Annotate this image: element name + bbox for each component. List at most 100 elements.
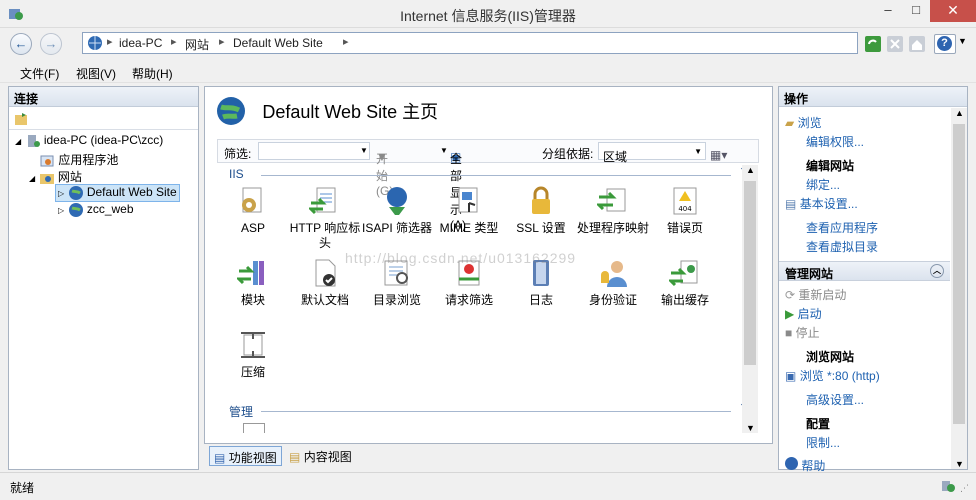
tree-item-app-pools[interactable]: 应用程序池: [39, 151, 118, 169]
group-management-header[interactable]: 管理 ⌃: [229, 402, 755, 419]
feature-ssl-settings[interactable]: SSL 设置: [505, 185, 577, 236]
title-bar: Internet 信息服务(IIS)管理器 – □ ✕: [0, 0, 976, 28]
action-view-virtual-dirs[interactable]: 查看虚拟目录: [806, 238, 878, 255]
feature-default-document[interactable]: 默认文档: [289, 257, 361, 308]
stop-icon[interactable]: [886, 35, 904, 53]
action-view-applications[interactable]: 查看应用程序: [806, 219, 878, 236]
browser-window-icon: ▣: [785, 369, 797, 383]
address-toolbar: ← → ▸ idea-PC ▸ 网站 ▸ Default Web Site ▸ …: [0, 28, 976, 60]
tree-item-server[interactable]: ◢ idea-PC (idea-PC\zcc): [15, 133, 163, 149]
website-globe-icon: [217, 97, 245, 125]
action-edit-permissions[interactable]: 编辑权限...: [806, 133, 864, 150]
tree-item-label: Default Web Site: [86, 185, 177, 200]
actions-scrollbar[interactable]: ▲ ▼: [951, 108, 967, 469]
resize-grip-icon[interactable]: ⋰: [960, 483, 969, 494]
action-restart[interactable]: ⟳ 重新启动: [785, 286, 846, 303]
chevron-down-icon: ▼: [958, 36, 967, 46]
help-button[interactable]: ?: [934, 34, 956, 54]
feature-label: 处理程序映射: [577, 221, 650, 235]
tab-label: 功能视图: [228, 451, 277, 465]
feature-label: 错误页: [666, 221, 703, 235]
feature-mime-types[interactable]: MIME 类型: [433, 185, 505, 236]
chevron-down-icon: ▼: [694, 147, 702, 156]
action-heading-browse-site: 浏览网站: [806, 350, 855, 364]
group-by-value: 区域: [603, 150, 628, 164]
forward-button[interactable]: →: [40, 33, 62, 55]
scroll-down-icon: ▼: [955, 459, 964, 469]
feature-label: HTTP 响应标头: [289, 221, 361, 250]
tab-content-view[interactable]: ▤ 内容视图: [285, 446, 356, 466]
breadcrumb-separator: ▸: [343, 36, 349, 48]
add-connection-icon[interactable]: [13, 111, 29, 127]
action-browse-80[interactable]: ▣ 浏览 *:80 (http): [785, 367, 880, 384]
tree-item-default-web-site[interactable]: ▷ Default Web Site: [55, 184, 180, 202]
menu-view[interactable]: 视图(V): [76, 65, 116, 82]
scroll-up-icon: ▲: [746, 165, 755, 175]
http-headers-icon: [309, 187, 336, 215]
feature-asp[interactable]: ASP: [217, 185, 289, 236]
action-advanced-settings[interactable]: 高级设置...: [806, 391, 864, 408]
feature-directory-browsing[interactable]: 目录浏览: [361, 257, 433, 308]
action-label: 基本设置...: [799, 197, 858, 211]
server-icon: [27, 135, 40, 147]
directory-browsing-icon: [384, 260, 408, 286]
restart-icon: ⟳: [785, 288, 796, 302]
home-icon[interactable]: [908, 35, 926, 53]
feature-request-filtering[interactable]: 请求筛选: [433, 257, 505, 308]
group-divider: [261, 411, 731, 412]
connections-pane: 连接 ◢ idea-PC (idea-PC\zcc) 应用程序池 ◢ 网站 ▷ …: [8, 86, 199, 470]
menu-file[interactable]: 文件(F): [20, 65, 59, 82]
action-bindings[interactable]: 绑定...: [806, 176, 840, 193]
breadcrumb-sites[interactable]: 网站: [185, 36, 209, 53]
feature-isapi-filters[interactable]: ISAPI 筛选器: [361, 185, 433, 236]
breadcrumb-idea-pc[interactable]: idea-PC: [119, 36, 162, 50]
group-by-select[interactable]: 区域 ▼: [598, 142, 706, 164]
close-button[interactable]: ✕: [930, 0, 976, 22]
menu-help[interactable]: 帮助(H): [132, 65, 173, 82]
scroll-thumb[interactable]: [953, 124, 965, 424]
breadcrumb-separator: ▸: [219, 36, 225, 48]
manage-site-header[interactable]: 管理网站 ︿: [779, 261, 950, 281]
refresh-icon[interactable]: [864, 35, 882, 53]
asp-icon: [242, 187, 262, 213]
scroll-thumb[interactable]: [744, 181, 756, 365]
feature-label: 输出缓存: [660, 293, 709, 307]
expand-arrow-icon: ◢: [29, 174, 36, 183]
expand-arrow-icon: ▷: [58, 189, 65, 199]
feature-label: 模块: [240, 293, 265, 307]
website-globe-icon: [68, 203, 83, 217]
feature-label: ISAPI 筛选器: [361, 221, 432, 235]
feature-logging[interactable]: 日志: [505, 257, 577, 308]
stop-square-icon: ■: [785, 326, 793, 340]
breadcrumb-default-web-site[interactable]: Default Web Site: [233, 36, 323, 50]
back-button[interactable]: ←: [10, 33, 32, 55]
handler-mapping-icon: [597, 188, 626, 212]
action-start[interactable]: ▶ 启动: [785, 305, 822, 322]
action-browse[interactable]: ▰ 浏览: [785, 114, 822, 131]
feature-authentication[interactable]: 身份验证: [577, 257, 649, 308]
minimize-button[interactable]: –: [874, 0, 902, 22]
connections-toolbar: [9, 108, 198, 130]
group-by-label: 分组依据:: [542, 147, 594, 161]
address-bar[interactable]: ▸ idea-PC ▸ 网站 ▸ Default Web Site ▸: [82, 32, 858, 54]
action-basic-settings[interactable]: ▤ 基本设置...: [785, 195, 858, 212]
tab-features-view[interactable]: ▤ 功能视图: [209, 446, 282, 466]
group-iis-header[interactable]: IIS ⌃: [229, 166, 755, 183]
feature-handler-mappings[interactable]: 处理程序映射: [577, 185, 649, 236]
feature-error-pages[interactable]: 404 错误页: [649, 185, 721, 236]
filter-input[interactable]: [258, 142, 370, 160]
feature-label: 压缩: [240, 365, 265, 379]
feature-output-cache[interactable]: 输出缓存: [649, 257, 721, 308]
action-stop[interactable]: ■ 停止: [785, 324, 820, 341]
action-heading-configure: 配置: [806, 417, 831, 431]
feature-http-headers[interactable]: HTTP 响应标头: [289, 185, 361, 251]
action-limits[interactable]: 限制...: [806, 434, 840, 451]
sites-folder-icon: [39, 173, 54, 184]
features-scrollbar[interactable]: ▲ ▼: [742, 165, 758, 433]
tree-item-zcc-web[interactable]: ▷ zcc_web: [55, 202, 137, 218]
feature-modules[interactable]: 模块: [217, 257, 289, 308]
status-bar: 就绪 ⋰: [0, 472, 976, 500]
maximize-button[interactable]: □: [902, 0, 930, 22]
group-label: IIS: [229, 167, 244, 181]
feature-compression[interactable]: 压缩: [217, 329, 289, 380]
